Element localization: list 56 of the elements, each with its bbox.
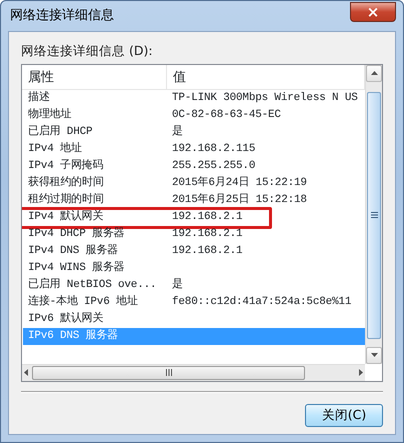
property-cell-text: 已启用 DHCP	[27, 124, 94, 140]
scroll-thumb[interactable]	[367, 92, 381, 339]
list-row[interactable]: IPv4 WINS 服务器	[23, 260, 365, 277]
scroll-up-button[interactable]	[366, 64, 382, 82]
value-cell-text: 是	[171, 277, 184, 293]
property-cell-text: 已启用 NetBIOS ove...	[27, 276, 158, 293]
scroll-thumb[interactable]	[32, 366, 305, 380]
property-cell-text: 获得租约的时间	[27, 175, 105, 191]
property-cell-text: IPv4 DNS 服务器	[27, 243, 120, 259]
list-row[interactable]: IPv4 DHCP 服务器 192.168.2.1	[23, 226, 365, 243]
property-cell-text: IPv4 子网掩码	[27, 158, 104, 174]
window-title: 网络连接详细信息	[9, 7, 114, 26]
property-cell-text: IPv4 WINS 服务器	[27, 260, 126, 276]
property-cell-text: 物理地址	[27, 107, 72, 123]
list-row[interactable]: 物理地址 0C-82-68-63-45-EC	[23, 106, 365, 124]
property-cell-text: IPv4 默认网关	[27, 209, 104, 225]
scroll-down-button[interactable]	[366, 346, 382, 364]
property-cell-text: IPv6 DNS 服务器	[27, 328, 120, 344]
value-cell-text: 192.168.2.1	[171, 226, 244, 242]
value-cell-text: 0C-82-68-63-45-EC	[171, 108, 282, 123]
property-cell-text: 租约过期的时间	[27, 192, 105, 208]
list-row[interactable]: 租约过期的时间 2015年6月25日 15:22:18	[23, 192, 365, 209]
value-cell-text: 是	[171, 124, 184, 140]
value-cell-text: 2015年6月25日 15:22:18	[171, 192, 308, 208]
left-arrow-icon[interactable]	[24, 369, 28, 376]
value-cell-text: 192.168.2.115	[171, 142, 256, 157]
value-cell-text: 255.255.255.0	[171, 158, 256, 174]
list-row[interactable]: IPv6 默认网关	[23, 310, 365, 328]
list-label: 网络连接详细信息 (D):	[21, 42, 154, 60]
list-row[interactable]: IPv4 地址 192.168.2.115	[23, 140, 365, 158]
list-row[interactable]: 获得租约的时间 2015年6月24日 15:22:19	[23, 174, 365, 192]
value-cell-text: TP-LINK 300Mbps Wireless N US	[171, 90, 359, 106]
grip-icon	[166, 369, 172, 376]
list-row[interactable]: IPv4 子网掩码 255.255.255.0	[23, 158, 365, 175]
down-arrow-icon	[370, 353, 378, 358]
property-cell-text: IPv4 地址	[27, 141, 83, 157]
list-row[interactable]: IPv4 DNS 服务器 192.168.2.1	[23, 242, 365, 260]
value-cell-text: 192.168.2.1	[171, 244, 244, 259]
property-cell-text: IPv6 默认网关	[27, 310, 104, 327]
up-arrow-icon	[370, 71, 378, 76]
right-arrow-icon[interactable]	[359, 369, 363, 376]
value-cell-text: fe80::c12d:41a7:524a:5c8e%11	[171, 294, 352, 310]
list-row[interactable]: 已启用 DHCP 是	[23, 124, 365, 141]
property-cell-text: IPv4 DHCP 服务器	[27, 226, 126, 242]
column-header[interactable]: 属性	[22, 64, 167, 89]
grip-icon	[370, 212, 378, 218]
list-row[interactable]: 连接-本地 IPv6 地址 fe80::c12d:41a7:524a:5c8e%11	[23, 294, 365, 311]
property-cell-text: 描述	[27, 90, 51, 106]
list-row[interactable]: IPv4 默认网关 192.168.2.1	[23, 208, 365, 226]
list-row[interactable]: 已启用 NetBIOS ove... 是	[23, 276, 365, 294]
property-cell-text: 连接-本地 IPv6 地址	[27, 294, 139, 310]
close-button[interactable]: 关闭(C)	[305, 404, 383, 427]
value-cell-text: 192.168.2.1	[171, 210, 244, 225]
value-cell-text: 2015年6月24日 15:22:19	[171, 175, 308, 191]
close-button[interactable]: ×	[350, 2, 396, 22]
list-row[interactable]: 描述 TP-LINK 300Mbps Wireless N US	[23, 90, 365, 107]
